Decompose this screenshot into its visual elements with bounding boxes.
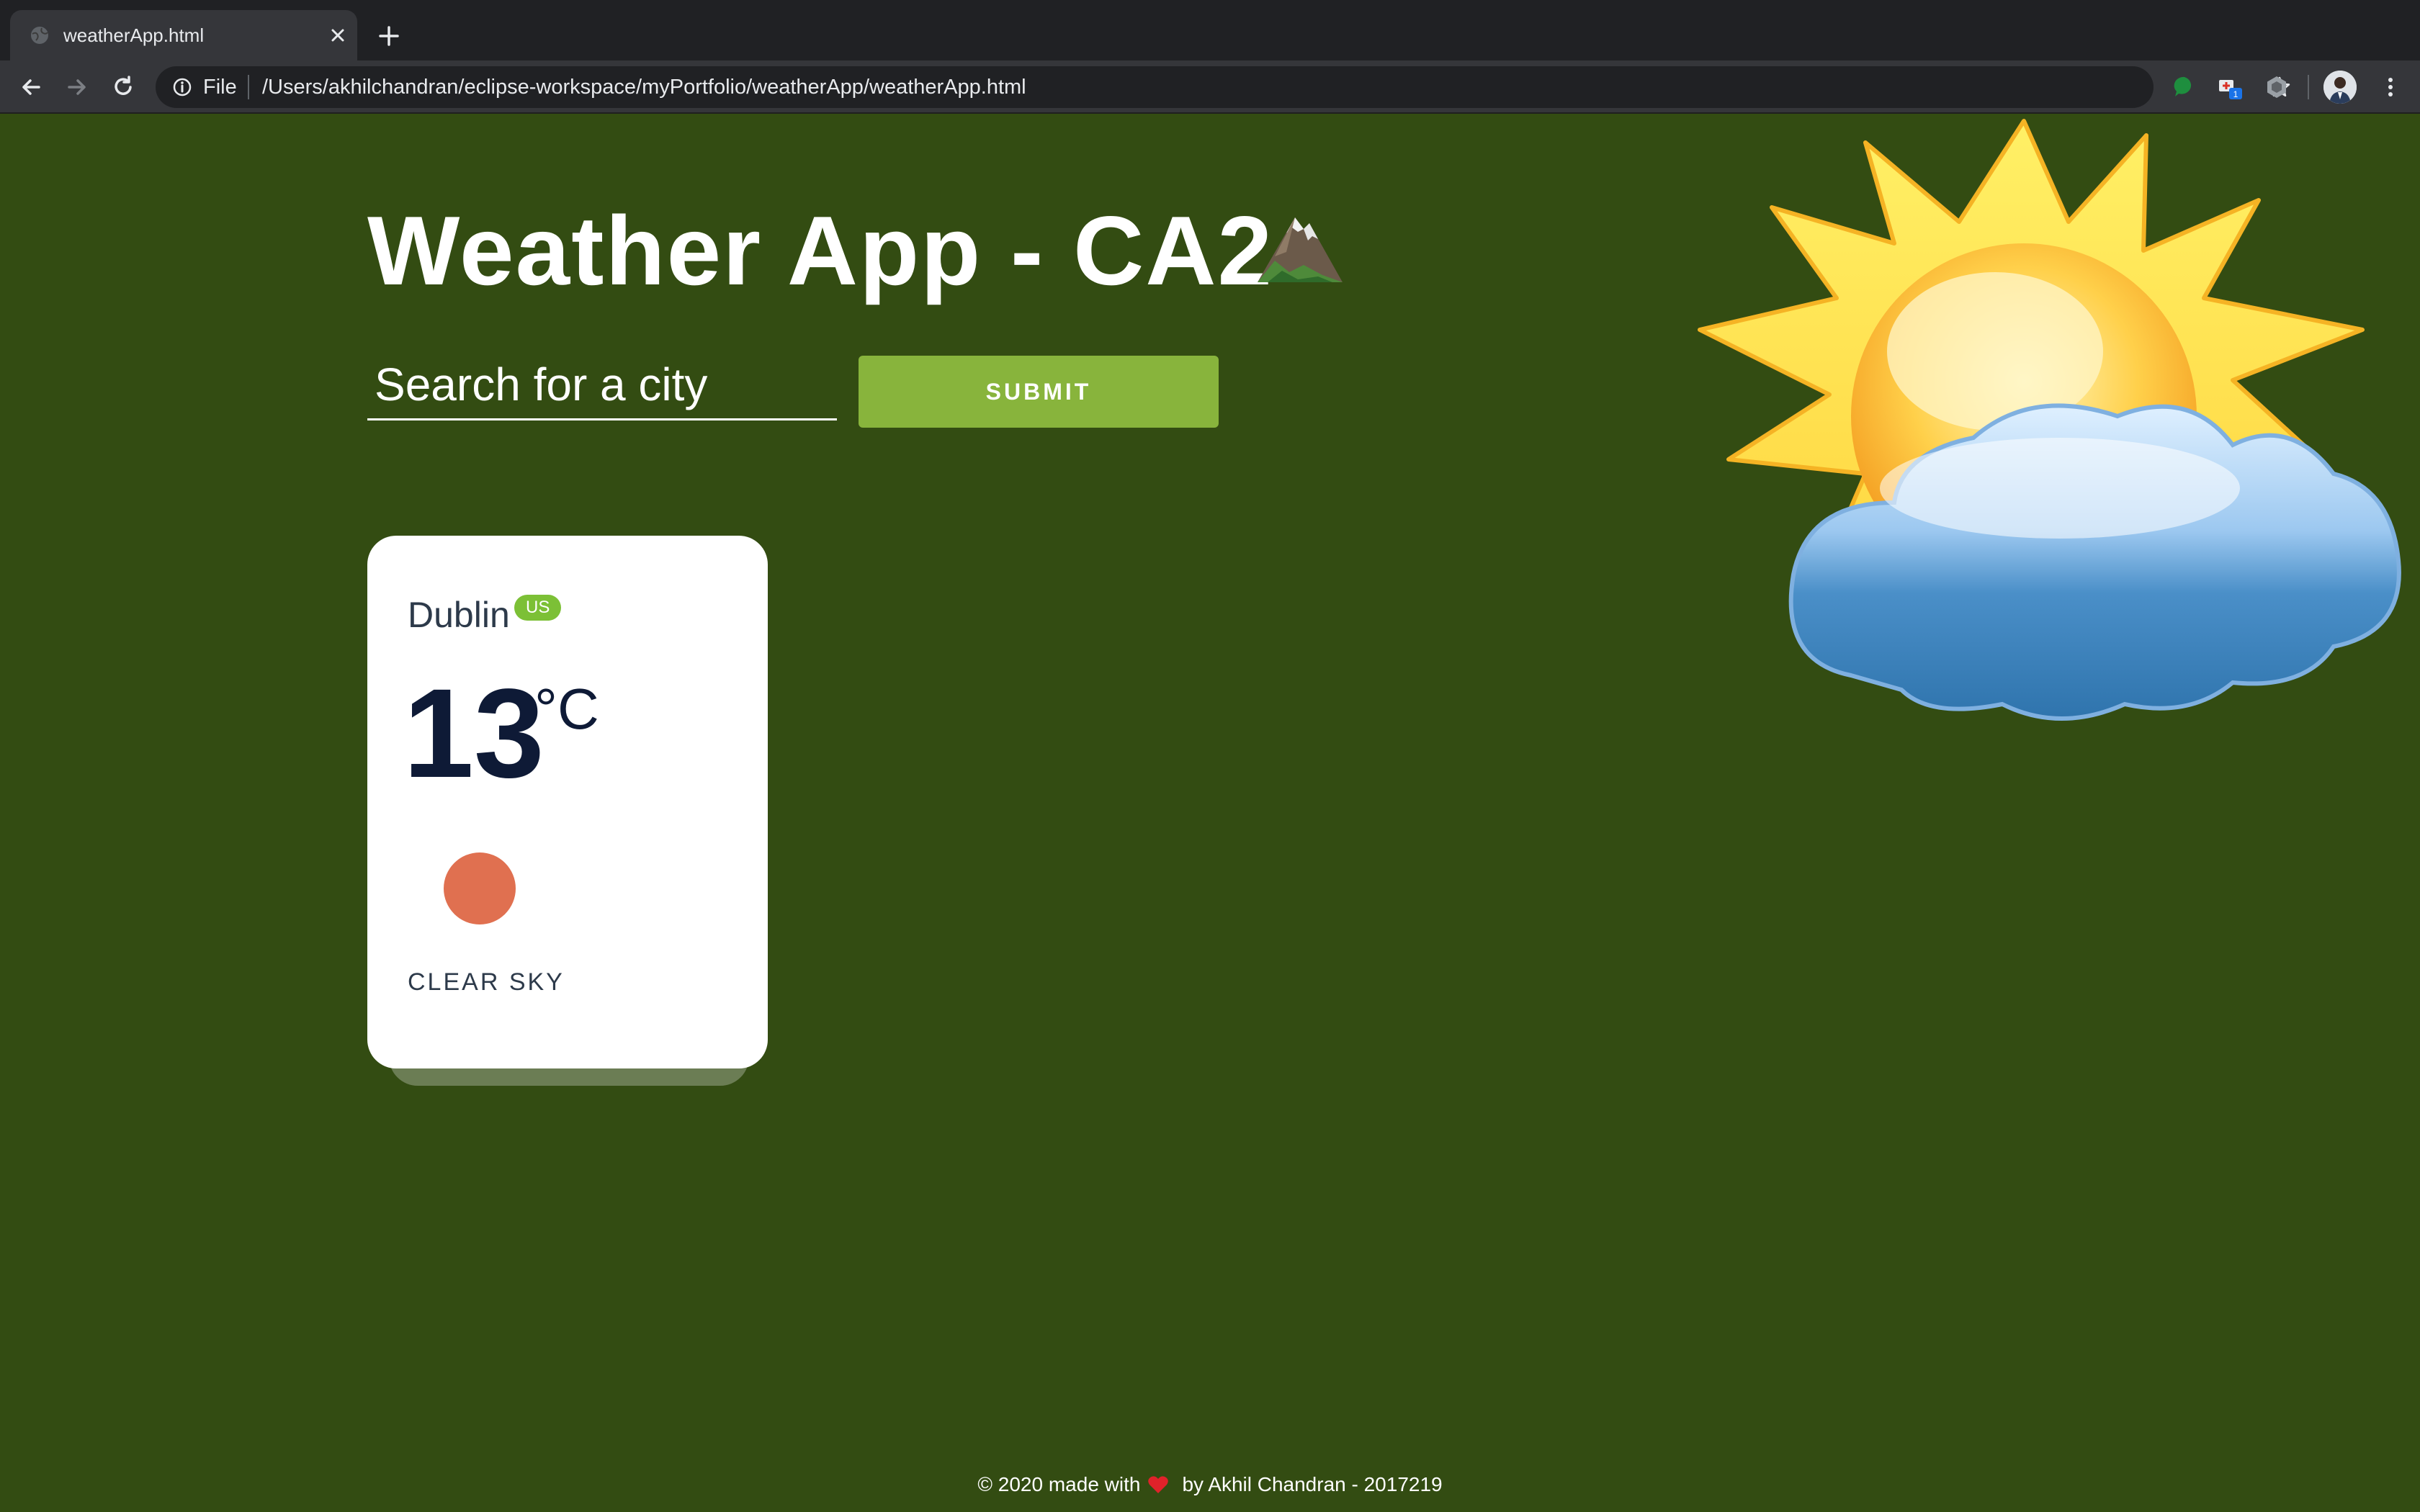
browser-toolbar: File /Users/akhilchandran/eclipse-worksp… (0, 60, 2420, 114)
browser-menu-icon[interactable] (2377, 73, 2404, 101)
new-tab-icon[interactable] (376, 23, 402, 49)
extension-badge-count: 1 (2233, 89, 2238, 99)
city-search-input[interactable] (367, 350, 837, 420)
back-icon[interactable] (17, 73, 45, 101)
mountain-icon (1258, 217, 1343, 282)
weather-description: CLEAR SKY (408, 968, 565, 996)
page-content: Weather App - CA2 SUBMIT (0, 114, 2420, 1512)
city-name: Dublin (408, 595, 510, 635)
footer: © 2020 made with by Akhil Chandran - 201… (0, 1470, 2420, 1499)
browser-tab[interactable]: weatherApp.html (10, 10, 357, 60)
url-divider (248, 75, 249, 99)
weather-status-icon (444, 852, 516, 924)
reload-icon[interactable] (109, 73, 137, 101)
chat-extension-icon[interactable] (2171, 73, 2198, 101)
url-scheme-label: File (203, 76, 237, 99)
address-bar[interactable]: File /Users/akhilchandran/eclipse-worksp… (156, 66, 2290, 108)
temperature-value: 13 (403, 663, 544, 804)
temperature-unit: °C (534, 677, 599, 741)
tab-title: weatherApp.html (63, 24, 205, 46)
info-icon[interactable] (171, 76, 193, 98)
hexagon-extension-icon[interactable] (2263, 73, 2290, 101)
toolbar-divider (2308, 75, 2309, 99)
page-title: Weather App - CA2 (367, 196, 1274, 305)
heart-icon (1148, 1476, 1169, 1493)
country-badge: US (514, 595, 562, 621)
close-icon[interactable] (327, 24, 349, 46)
footer-author: by Akhil Chandran - 2017219 (1182, 1473, 1443, 1495)
avatar-icon (2323, 71, 2357, 104)
sun-cloud-icon (1698, 119, 2401, 721)
submit-button[interactable]: SUBMIT (859, 356, 1219, 428)
forward-icon[interactable] (63, 73, 91, 101)
extension-badge-icon[interactable]: 1 (2217, 73, 2244, 101)
url-text[interactable]: /Users/akhilchandran/eclipse-workspace/m… (262, 75, 1026, 99)
globe-icon (31, 27, 48, 44)
city-weather-card: Dublin US 13 °C CLEAR SKY (367, 536, 768, 1068)
footer-prefix: © 2020 made with (977, 1473, 1141, 1495)
profile-avatar[interactable] (2323, 71, 2357, 104)
browser-tabstrip: weatherApp.html (0, 0, 2420, 60)
